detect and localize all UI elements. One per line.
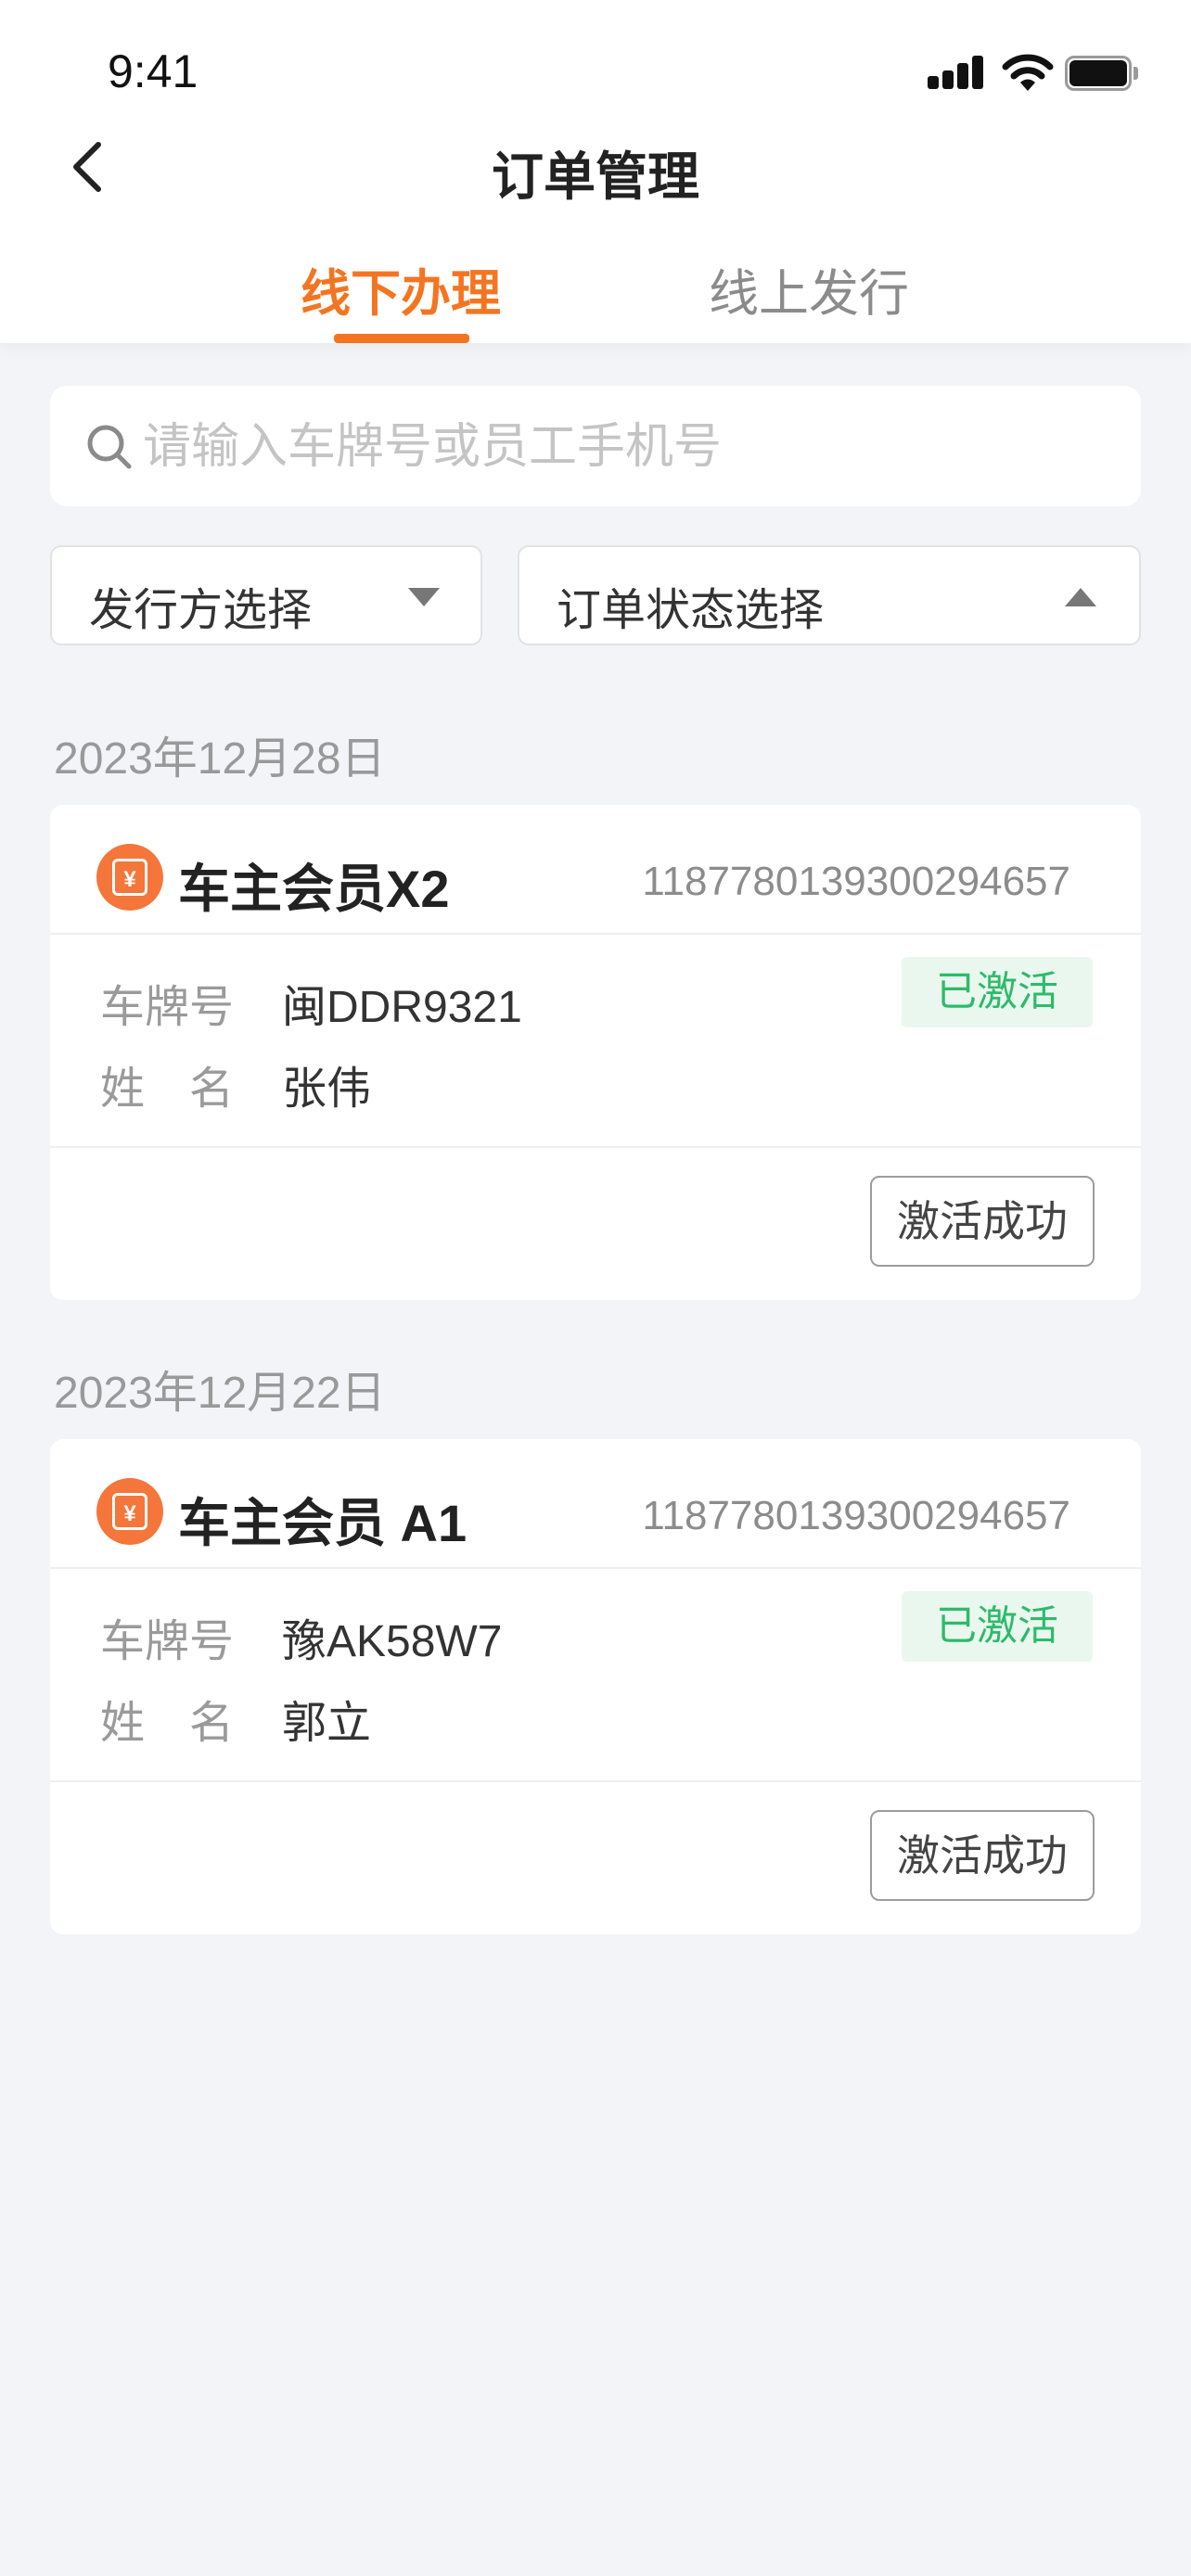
divider <box>50 1146 1141 1148</box>
plate-label: 车牌号 <box>100 983 235 1032</box>
order-card-header: ¥ 车主会员 A1 1187780139300294657 <box>50 1439 1141 1569</box>
battery-icon <box>1065 56 1139 91</box>
name-value: 郭立 <box>282 1699 372 1748</box>
status-badge: 已激活 <box>902 957 1093 1027</box>
wifi-icon <box>1002 54 1054 91</box>
search-bar <box>50 386 1141 506</box>
tab-online-issuance[interactable]: 线上发行 <box>688 252 929 325</box>
active-tab-indicator <box>334 334 469 343</box>
issuer-select-label: 发行方选择 <box>89 586 313 635</box>
status-time: 9:41 <box>108 45 198 97</box>
plate-label: 车牌号 <box>100 1617 235 1666</box>
name-label: 姓 名 <box>100 1699 235 1748</box>
search-icon <box>87 425 132 469</box>
caret-down-icon <box>408 588 440 606</box>
status-badge: 已激活 <box>902 1591 1093 1662</box>
name-label: 姓 名 <box>100 1065 235 1114</box>
caret-up-icon <box>1065 588 1096 606</box>
product-name: 车主会员X2 <box>178 860 450 918</box>
signal-icon <box>924 52 989 95</box>
plate-value: 闽DDR9321 <box>282 983 522 1032</box>
order-status-select[interactable]: 订单状态选择 <box>518 545 1141 645</box>
name-value: 张伟 <box>282 1065 372 1114</box>
order-status-select-label: 订单状态选择 <box>557 586 825 635</box>
order-card[interactable]: ¥ 车主会员 A1 1187780139300294657 车牌号 豫AK58W… <box>50 1439 1141 1934</box>
order-date: 2023年12月28日 <box>54 734 386 784</box>
status-icons <box>924 52 1146 95</box>
issuer-select[interactable]: 发行方选择 <box>50 545 482 645</box>
status-bar: 9:41 <box>0 0 1191 130</box>
divider <box>50 1780 1141 1782</box>
tab-offline-processing[interactable]: 线下办理 <box>280 252 521 325</box>
activation-status-button[interactable]: 激活成功 <box>870 1176 1095 1267</box>
order-number: 1187780139300294657 <box>642 859 1070 904</box>
coupon-icon: ¥ <box>96 844 163 911</box>
page-title: 订单管理 <box>492 147 699 206</box>
plate-value: 豫AK58W7 <box>282 1617 503 1666</box>
header: 9:41 订单管理 线下办理 线上发行 <box>0 0 1191 343</box>
order-date: 2023年12月22日 <box>54 1369 386 1418</box>
order-number: 1187780139300294657 <box>642 1493 1070 1538</box>
order-card[interactable]: ¥ 车主会员X2 1187780139300294657 车牌号 闽DDR932… <box>50 805 1141 1300</box>
order-card-header: ¥ 车主会员X2 1187780139300294657 <box>50 805 1141 935</box>
search-input[interactable] <box>143 412 1108 482</box>
activation-status-button[interactable]: 激活成功 <box>870 1810 1095 1901</box>
product-name: 车主会员 A1 <box>178 1494 467 1552</box>
coupon-icon: ¥ <box>96 1478 163 1545</box>
